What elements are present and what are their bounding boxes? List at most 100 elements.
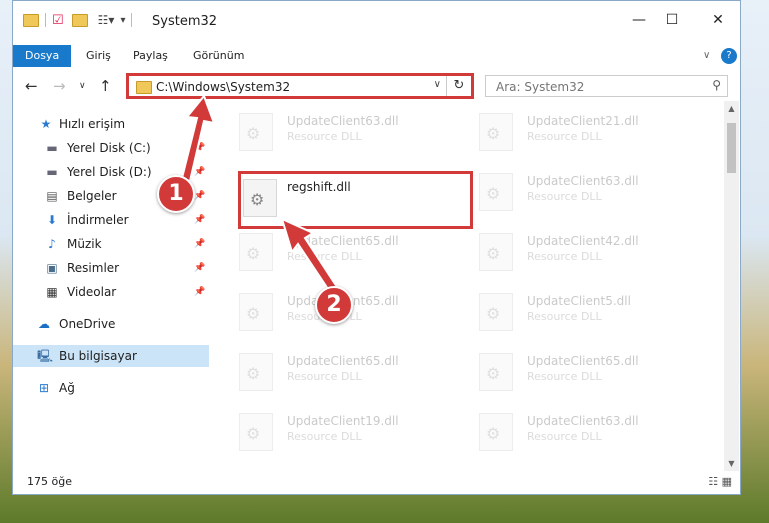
computer-icon: 🖳 <box>37 349 54 363</box>
recent-locations-icon[interactable]: ∨ <box>79 81 86 91</box>
file-item[interactable]: ⚙ UpdateClient63.dll Resource DLL <box>227 105 452 159</box>
help-icon[interactable]: ? <box>721 48 737 64</box>
divider <box>45 13 46 27</box>
pin-icon[interactable]: 📌 <box>194 137 205 159</box>
sidebar-item-music[interactable]: ♪ Müzik 📌 <box>13 233 209 255</box>
address-bar[interactable]: C:\Windows\System32 ∨ ↻ <box>126 73 474 99</box>
pin-icon[interactable]: 📌 <box>194 185 205 207</box>
back-icon[interactable]: ← <box>25 77 38 95</box>
dll-file-icon: ⚙ <box>479 293 513 331</box>
pin-icon[interactable]: 📌 <box>194 209 205 231</box>
vertical-scrollbar[interactable]: ▲ ▼ <box>724 101 739 471</box>
network-icon: ⊞ <box>38 381 50 395</box>
file-item[interactable]: ⚙ UpdateClient65.dll Resource DLL <box>227 345 452 399</box>
customize-toolbar-icon[interactable]: ☷▾ <box>98 13 115 27</box>
title-bar: ☑ ☷▾ ▾ System32 — ☐ ✕ <box>13 1 740 39</box>
file-name: UpdateClient65.dll <box>287 354 399 368</box>
scroll-up-icon[interactable]: ▲ <box>724 101 739 116</box>
file-item[interactable]: ⚙ UpdateClient65.dll Resource DLL <box>467 345 692 399</box>
file-name: UpdateClient19.dll <box>287 414 399 428</box>
sidebar-item-disk-c[interactable]: ▬ Yerel Disk (C:) 📌 <box>13 137 209 159</box>
file-name: UpdateClient5.dll <box>527 294 631 308</box>
file-name: UpdateClient65.dll <box>527 354 639 368</box>
pin-icon[interactable]: 📌 <box>194 257 205 279</box>
sidebar-item-label: Belgeler <box>67 189 117 203</box>
navigation-bar: ← → ∨ ↑ C:\Windows\System32 ∨ ↻ ⚲ <box>13 73 740 101</box>
quick-access-toolbar: ☑ ☷▾ ▾ <box>23 11 138 29</box>
properties-icon[interactable]: ☑ <box>52 13 64 28</box>
scroll-thumb[interactable] <box>727 123 736 173</box>
up-icon[interactable]: ↑ <box>99 77 112 95</box>
dll-file-icon: ⚙ <box>479 173 513 211</box>
pin-icon[interactable]: 📌 <box>194 233 205 255</box>
sidebar-item-this-pc[interactable]: 🖳 Bu bilgisayar <box>13 345 209 367</box>
file-item-regshift[interactable]: ⚙ regshift.dll <box>238 171 473 229</box>
file-item[interactable]: ⚙ UpdateClient42.dll Resource DLL <box>467 225 692 279</box>
pin-icon[interactable]: 📌 <box>194 161 205 183</box>
step-badge-1: 1 <box>157 175 195 213</box>
sidebar-item-label: Yerel Disk (C:) <box>67 141 151 155</box>
close-button[interactable]: ✕ <box>703 11 733 29</box>
file-item[interactable]: ⚙ UpdateClient63.dll Resource DLL <box>467 405 692 459</box>
status-bar: 175 öğe ☷ ▦ <box>13 470 740 494</box>
file-item[interactable]: ⚙ UpdateClient5.dll Resource DLL <box>467 285 692 339</box>
file-item[interactable]: ⚙ UpdateClient21.dll Resource DLL <box>467 105 692 159</box>
tab-share[interactable]: Paylaş <box>133 45 168 67</box>
cloud-icon: ☁ <box>38 317 50 331</box>
refresh-button[interactable]: ↻ <box>446 76 471 96</box>
file-type: Resource DLL <box>287 130 362 143</box>
file-item[interactable]: ⚙ UpdateClient65.dll Resource DLL <box>227 225 452 279</box>
pin-icon[interactable]: 📌 <box>194 281 205 303</box>
file-type: Resource DLL <box>527 250 602 263</box>
dll-file-icon: ⚙ <box>239 353 273 391</box>
sidebar-item-label: Videolar <box>67 285 117 299</box>
sidebar-item-label: Ağ <box>59 381 75 395</box>
tab-view[interactable]: Görünüm <box>193 45 244 67</box>
divider <box>131 13 133 27</box>
folder-icon <box>23 13 39 27</box>
file-type: Resource DLL <box>287 250 362 263</box>
view-toggle-icons[interactable]: ☷ ▦ <box>708 475 732 488</box>
scroll-down-icon[interactable]: ▼ <box>724 456 739 471</box>
dll-file-icon: ⚙ <box>243 179 277 217</box>
tab-home[interactable]: Giriş <box>86 45 111 67</box>
search-input[interactable] <box>494 79 698 95</box>
music-icon: ♪ <box>48 237 56 251</box>
file-list: ⚙ UpdateClient63.dll Resource DLL ⚙ regs… <box>219 101 726 471</box>
file-item[interactable]: ⚙ UpdateClient19.dll Resource DLL <box>227 405 452 459</box>
file-name: UpdateClient63.dll <box>527 414 639 428</box>
star-icon: ★ <box>40 117 52 131</box>
drive-icon: ▬ <box>46 141 58 155</box>
file-name: UpdateClient21.dll <box>527 114 639 128</box>
maximize-button[interactable]: ☐ <box>657 11 687 29</box>
file-name: UpdateClient63.dll <box>527 174 639 188</box>
sidebar-item-onedrive[interactable]: ☁ OneDrive <box>13 313 209 335</box>
new-folder-icon[interactable] <box>71 13 88 27</box>
file-name: UpdateClient42.dll <box>527 234 639 248</box>
sidebar-item-label: Müzik <box>67 237 102 251</box>
sidebar-item-pictures[interactable]: ▣ Resimler 📌 <box>13 257 209 279</box>
dll-file-icon: ⚙ <box>479 413 513 451</box>
search-icon[interactable]: ⚲ <box>712 78 721 92</box>
sidebar-item-videos[interactable]: ▦ Videolar 📌 <box>13 281 209 303</box>
sidebar-item-label: Yerel Disk (D:) <box>67 165 152 179</box>
documents-icon: ▤ <box>46 189 58 203</box>
chevron-down-icon[interactable]: ∨ <box>434 79 441 90</box>
sidebar-item-label: Resimler <box>67 261 120 275</box>
file-type: Resource DLL <box>527 310 602 323</box>
sidebar-item-quick-access[interactable]: ★ Hızlı erişim <box>13 113 209 135</box>
address-path[interactable]: C:\Windows\System32 <box>156 80 290 94</box>
search-box[interactable]: ⚲ <box>485 75 728 97</box>
file-name: regshift.dll <box>287 180 351 194</box>
dll-file-icon: ⚙ <box>479 353 513 391</box>
forward-icon[interactable]: → <box>53 77 66 95</box>
navigation-pane: ★ Hızlı erişim ▬ Yerel Disk (C:) 📌 ▬ Yer… <box>13 109 209 471</box>
videos-icon: ▦ <box>46 285 58 299</box>
sidebar-item-label: Hızlı erişim <box>59 117 126 131</box>
expand-ribbon-icon[interactable]: ∨ <box>703 45 710 67</box>
file-item[interactable]: ⚙ UpdateClient63.dll Resource DLL <box>467 165 692 219</box>
chevron-down-icon[interactable]: ▾ <box>120 15 125 26</box>
minimize-button[interactable]: — <box>624 11 654 29</box>
tab-file[interactable]: Dosya <box>13 45 72 67</box>
sidebar-item-network[interactable]: ⊞ Ağ <box>13 377 209 399</box>
